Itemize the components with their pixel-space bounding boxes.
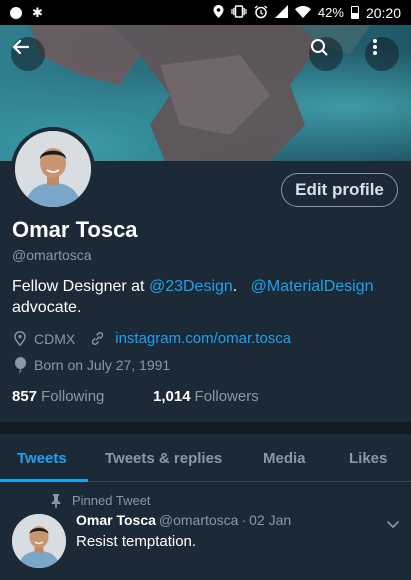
chevron-down-icon <box>387 521 399 528</box>
profile-handle: @omartosca <box>12 247 92 263</box>
tab-tweets[interactable]: Tweets <box>17 434 67 482</box>
profile-website-link[interactable]: instagram.com/omar.tosca <box>115 330 291 347</box>
tweet-date: 02 Jan <box>249 512 292 528</box>
vibrate-icon <box>231 5 247 20</box>
arrow-left-icon <box>12 39 30 55</box>
tweet-header: Omar Tosca @omartosca · 02 Jan <box>76 512 291 528</box>
clock-time: 20:20 <box>365 4 401 21</box>
profile-avatar[interactable] <box>11 127 95 211</box>
alarm-icon <box>254 4 268 21</box>
search-icon <box>311 39 328 56</box>
follow-stats: 857 Following 1,014 Followers <box>12 388 259 405</box>
battery-icon <box>350 6 359 19</box>
tweet-menu-button[interactable] <box>386 516 400 534</box>
more-vertical-icon <box>373 39 377 55</box>
profile-photo-image <box>15 131 91 207</box>
bio-text-middle: . <box>232 278 251 295</box>
profile-location: CDMX <box>34 330 76 347</box>
more-options-button[interactable] <box>365 37 399 71</box>
pin-icon <box>50 493 62 508</box>
profile-birthday: Born on July 27, 1991 <box>34 357 171 373</box>
edit-profile-button[interactable]: Edit profile <box>281 173 398 207</box>
status-left: ✱ <box>10 6 43 19</box>
tab-likes[interactable]: Likes <box>349 434 387 482</box>
bio-text-suffix: advocate. <box>12 299 82 316</box>
tweet-separator: · <box>241 512 247 528</box>
location-pin-icon <box>12 331 28 347</box>
tweet-avatar[interactable] <box>12 514 66 568</box>
link-icon <box>89 331 105 347</box>
profile-tabs: Tweets Tweets & replies Media Likes <box>0 434 411 482</box>
section-divider <box>0 422 411 434</box>
signal-icon <box>274 5 288 20</box>
tweet-text: Resist temptation. <box>76 533 197 550</box>
battery-percent: 42% <box>317 5 344 20</box>
bio-mention-materialdesign[interactable]: @MaterialDesign <box>251 278 374 295</box>
following-stat[interactable]: 857 Following <box>12 388 153 405</box>
followers-label: Followers <box>194 388 259 405</box>
bio-text-prefix: Fellow Designer at <box>12 278 149 295</box>
tweet-avatar-image <box>12 514 66 568</box>
location-icon <box>213 5 224 20</box>
balloon-icon <box>12 357 28 373</box>
following-count: 857 <box>12 388 38 405</box>
tab-tweets-replies[interactable]: Tweets & replies <box>105 434 222 482</box>
pinned-tweet[interactable]: Pinned Tweet Omar Tosca @omartosca · 02 Jan… <box>0 483 411 580</box>
notification-dot-icon <box>10 6 22 19</box>
status-right: 42% 20:20 <box>213 5 401 21</box>
following-label: Following <box>41 388 105 405</box>
followers-stat[interactable]: 1,014 Followers <box>153 388 259 405</box>
profile-bio: Fellow Designer at @23Design. @MaterialD… <box>12 276 402 318</box>
back-button[interactable] <box>11 37 45 71</box>
tweet-author-name: Omar Tosca <box>76 512 156 528</box>
tab-media[interactable]: Media <box>263 434 306 482</box>
followers-count: 1,014 <box>153 388 191 405</box>
app-notification-icon: ✱ <box>32 5 43 20</box>
pinned-label-row: Pinned Tweet <box>50 493 151 508</box>
location-website-row: CDMX instagram.com/omar.tosca <box>12 330 291 347</box>
profile-name: Omar Tosca <box>12 217 138 242</box>
pinned-tweet-label: Pinned Tweet <box>72 493 151 508</box>
birthday-row: Born on July 27, 1991 <box>12 357 170 373</box>
search-button[interactable] <box>309 37 343 71</box>
active-tab-indicator <box>0 479 88 482</box>
status-bar: ✱ 42% 20:20 <box>0 0 411 25</box>
bio-mention-23design[interactable]: @23Design <box>149 278 233 295</box>
tweet-author-handle: @omartosca <box>158 512 239 528</box>
wifi-icon <box>294 5 311 20</box>
